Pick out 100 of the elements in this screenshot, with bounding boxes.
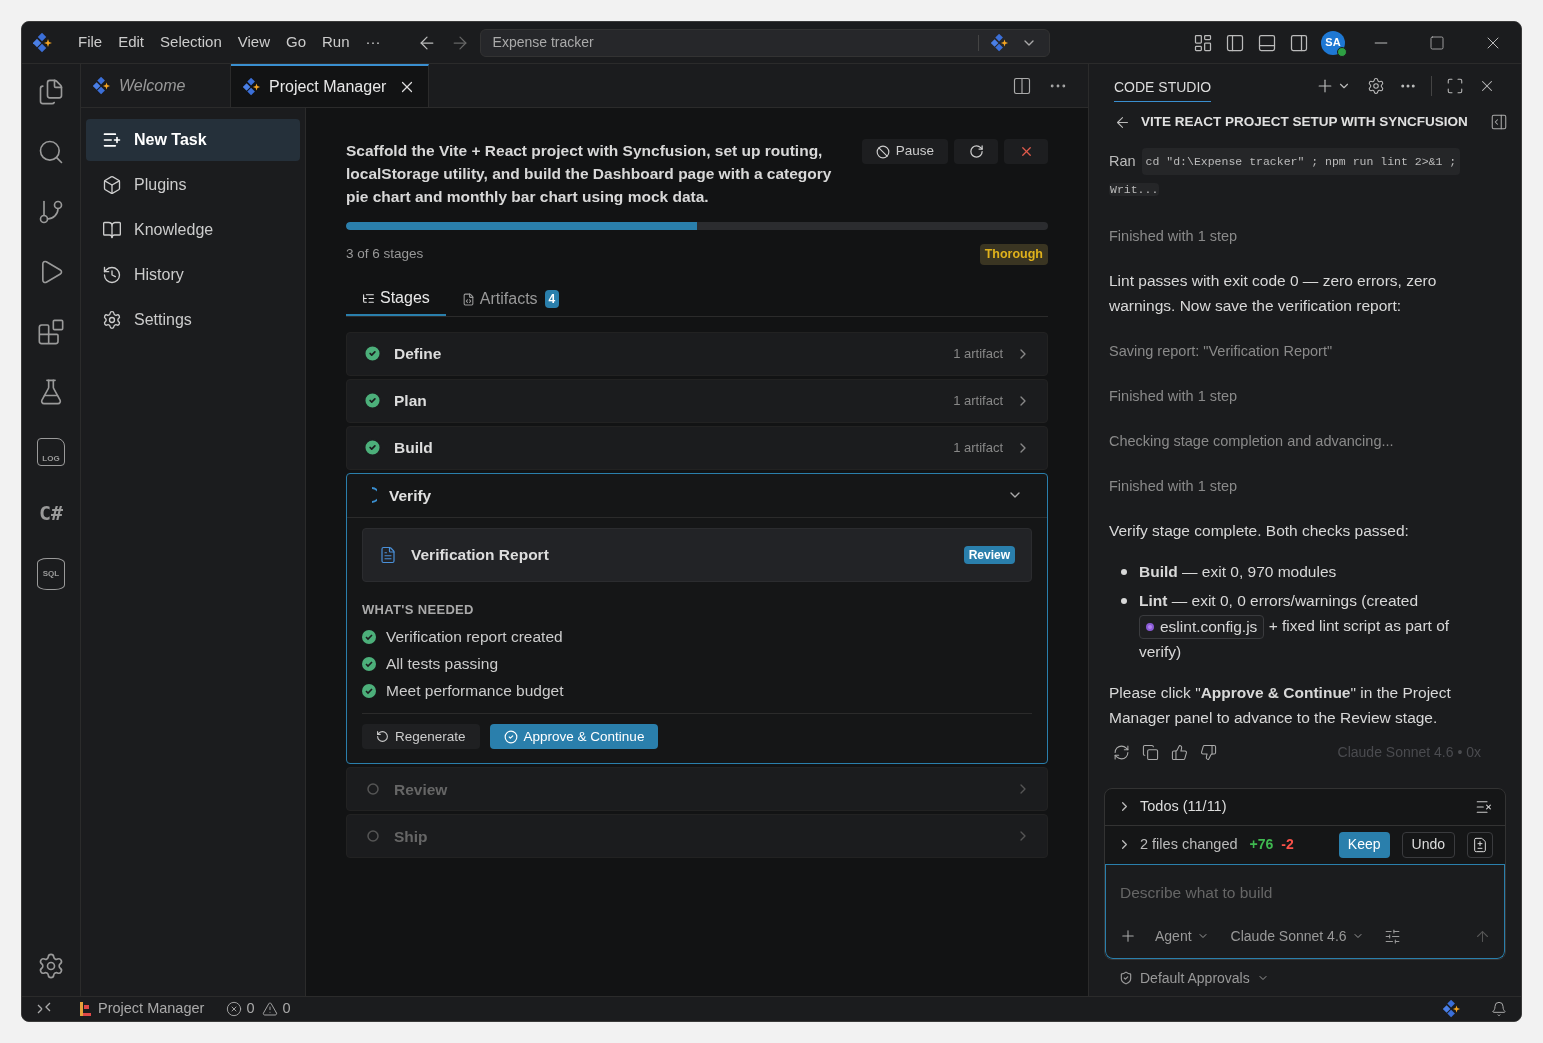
artifact-count: 1 artifact (953, 345, 1003, 363)
removed-count: -2 (1281, 835, 1294, 855)
check-circle-icon (363, 438, 382, 458)
menu-item[interactable]: ··· (357, 27, 389, 58)
thumbs-up-icon[interactable] (1171, 744, 1188, 761)
status-item[interactable]: Project Manager (78, 998, 205, 1020)
add-icon[interactable] (1119, 927, 1137, 945)
check-circle-icon (363, 344, 382, 364)
shield-icon (1119, 971, 1133, 985)
file-diff-icon (1472, 836, 1488, 853)
ran-label: Ran (1109, 152, 1136, 171)
approve-button[interactable]: Approve & Continue (489, 724, 659, 750)
menu-item[interactable]: Edit (110, 27, 153, 58)
branch-icon[interactable] (37, 198, 65, 226)
files-icon[interactable] (37, 78, 65, 106)
artifact-count: 1 artifact (953, 392, 1003, 410)
user-avatar[interactable]: SA (1321, 30, 1345, 55)
retry-icon[interactable] (1113, 744, 1130, 761)
panel-bottom-icon[interactable] (1257, 32, 1277, 53)
todos-row[interactable]: Todos (11/11) (1105, 788, 1505, 826)
stage-row[interactable]: Define 1 artifact (346, 331, 1048, 376)
mode-dropdown[interactable]: Agent (1155, 925, 1209, 947)
nav-item[interactable]: History (86, 254, 300, 296)
thread-title: VITE REACT PROJECT SETUP WITH SYNCFUSION (1141, 112, 1469, 131)
fullscreen-icon[interactable] (1446, 77, 1464, 95)
artifact-card[interactable]: Verification Report Review (362, 527, 1032, 582)
stage-row[interactable]: Build 1 artifact (346, 425, 1048, 470)
count-badge: 4 (544, 290, 560, 309)
log-icon[interactable]: LOG (37, 438, 65, 466)
restart-button[interactable] (954, 139, 998, 164)
added-count: +76 (1249, 835, 1274, 855)
list-plus-icon (102, 130, 122, 150)
app-logo-icon (243, 77, 261, 96)
app-logo-icon (33, 32, 53, 53)
menu-item[interactable]: Run (314, 27, 358, 58)
problems-status[interactable]: 0 0 (226, 998, 291, 1020)
panel-title[interactable]: CODE STUDIO (1114, 70, 1212, 102)
command-center[interactable]: Expense tracker (479, 28, 1050, 57)
message-text: Please click "Approve & Continue" in the Project Manager panel to advance to the Review stage. (1109, 683, 1452, 728)
circle-icon (366, 830, 379, 843)
section-heading: WHAT'S NEEDED (362, 600, 475, 619)
stage-row[interactable]: Plan 1 artifact (346, 378, 1048, 423)
settings-icon (102, 310, 122, 330)
mode-badge: Thorough (979, 244, 1048, 265)
model-dropdown[interactable]: Claude Sonnet 4.6 (1230, 925, 1364, 947)
spinner-icon (371, 487, 377, 504)
panel-tab[interactable]: Stages (346, 282, 446, 316)
warning-icon (262, 1001, 279, 1017)
sliders-icon[interactable] (1383, 927, 1401, 945)
regenerate-button[interactable]: Regenerate (362, 724, 480, 750)
file-chip[interactable]: eslint.config.js (1139, 615, 1265, 639)
layout-icon[interactable] (1193, 32, 1213, 53)
message-text: Lint passes with exit code 0 — zero errors, zero warnings. Now save the verification report: (1109, 271, 1438, 316)
circle-icon (366, 783, 379, 796)
panel-left-icon[interactable] (1225, 32, 1245, 53)
split-editor-icon[interactable] (1012, 75, 1032, 96)
menu-item[interactable]: Go (278, 27, 314, 58)
requirement-text: All tests passing (386, 654, 498, 675)
nav-item[interactable]: Plugins (86, 164, 300, 206)
database-icon[interactable]: SQL (37, 558, 65, 590)
nav-item[interactable]: Settings (86, 299, 300, 341)
panel-tab[interactable]: Artifacts 4 (445, 282, 576, 316)
settings-icon[interactable] (37, 952, 65, 980)
panel-icon[interactable] (1490, 113, 1508, 131)
nav-item[interactable]: New Task (86, 119, 300, 161)
csharp-icon[interactable]: C# (38, 498, 64, 528)
status-text: Finished with 1 step (1109, 227, 1239, 246)
approvals-dropdown[interactable]: Default Approvals (1119, 967, 1269, 989)
pause-icon (875, 144, 890, 159)
status-text: Finished with 1 step (1109, 387, 1239, 406)
copy-icon[interactable] (1142, 744, 1159, 761)
search-icon[interactable] (37, 138, 65, 166)
menu-item[interactable]: View (229, 27, 278, 58)
diff-button[interactable] (1467, 831, 1493, 858)
app-logo-icon (93, 76, 111, 95)
settings-icon[interactable] (1367, 77, 1385, 95)
app-logo-icon (1443, 1000, 1461, 1018)
list-icon (362, 291, 375, 305)
changes-summary[interactable]: 2 files changed (1140, 833, 1238, 856)
maximize-icon[interactable] (1429, 34, 1445, 51)
bullet-text: Build — exit 0, 970 modules (1139, 562, 1337, 582)
prompt-field[interactable]: Describe what to build Agent Claude Sonnet 4.6 (1105, 864, 1505, 959)
stage-header[interactable]: Verify (347, 473, 1047, 518)
stage-count: 3 of 6 stages (346, 245, 424, 264)
pause-button[interactable]: Pause (861, 139, 948, 164)
task-description: Scaffold the Vite + React project with Syncfusion, set up routing, localStorage utility, and build the Dashboard page with a category pie chart and monthly bar chart using mock data. (346, 141, 833, 207)
status-text: Saving report: "Verification Report" (1109, 342, 1334, 361)
menu-item[interactable]: Selection (152, 27, 230, 58)
check-circle-icon (363, 391, 382, 411)
keep-button[interactable]: Keep (1338, 831, 1390, 858)
panel-right-icon[interactable] (1289, 32, 1309, 53)
menu-item[interactable]: File (70, 27, 111, 58)
thumbs-down-icon[interactable] (1200, 744, 1217, 761)
nav-item[interactable]: Knowledge (86, 209, 300, 251)
undo-button[interactable]: Undo (1401, 831, 1455, 858)
editor-tab[interactable]: Project Manager (231, 64, 430, 107)
requirement-text: Verification report created (386, 627, 563, 648)
blocks-icon[interactable] (37, 318, 65, 346)
bell-icon[interactable] (1491, 1001, 1507, 1017)
error-icon (226, 1001, 243, 1017)
